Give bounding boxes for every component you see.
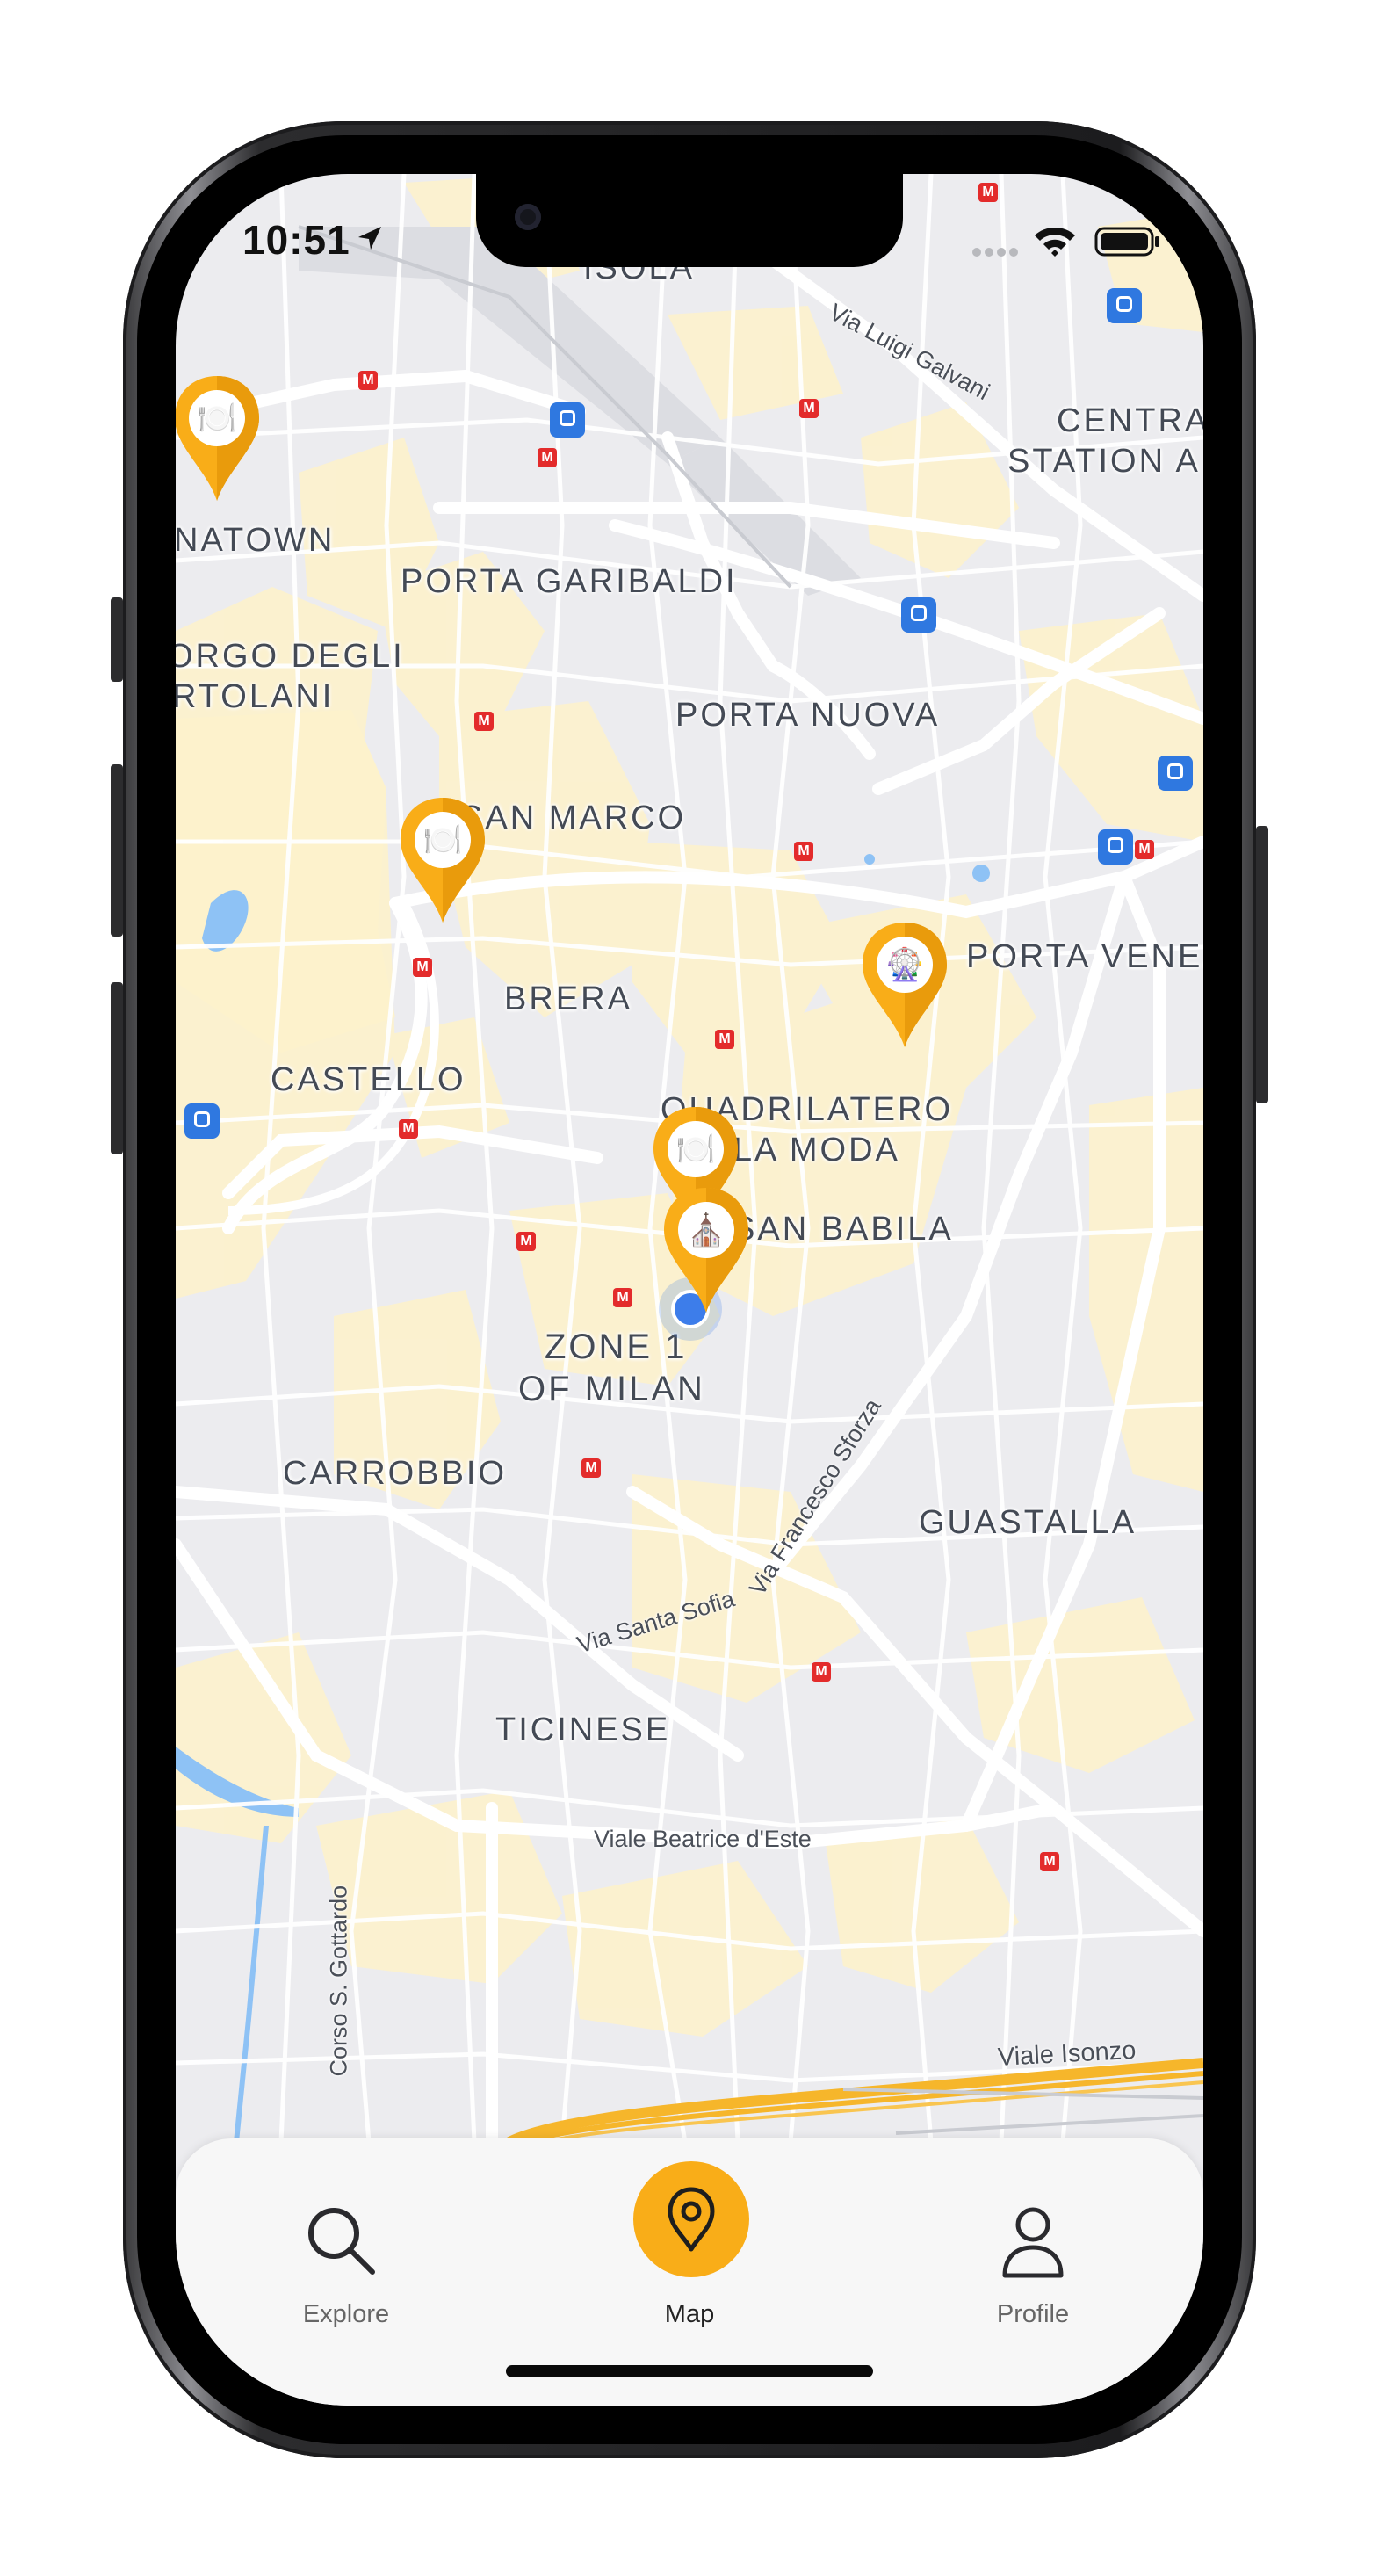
screen: ISOLA CENTRA STATION A NATOWN PORTA GARI…	[176, 174, 1203, 2406]
train-station-icon[interactable]	[1107, 288, 1142, 323]
map-view[interactable]: ISOLA CENTRA STATION A NATOWN PORTA GARI…	[176, 174, 1203, 2406]
wifi-icon	[1035, 228, 1075, 257]
power-button	[1256, 826, 1268, 1103]
train-station-icon[interactable]	[550, 402, 585, 438]
metro-station-icon[interactable]: M	[613, 1288, 632, 1307]
area-label-carrobbio: CARROBBIO	[283, 1455, 508, 1492]
area-label-centrale-line2: STATION A	[1007, 443, 1201, 480]
status-time: 10:51	[242, 217, 350, 263]
street-label-beatrice: Viale Beatrice d'Este	[594, 1826, 812, 1852]
metro-station-icon[interactable]: M	[812, 1662, 831, 1682]
restaurant-icon: 🍽️	[415, 812, 471, 868]
person-icon	[1002, 2207, 1064, 2278]
tab-profile-label: Profile	[996, 2300, 1070, 2328]
tab-profile[interactable]: Profile	[901, 2138, 1165, 2349]
church-icon: ⛪	[678, 1202, 734, 1258]
restaurant-icon: 🍽️	[668, 1121, 724, 1177]
ferris-wheel-icon: 🎡	[877, 937, 933, 993]
area-label-porta-nuova: PORTA NUOVA	[675, 697, 941, 734]
map-pin-icon	[668, 2187, 715, 2252]
metro-station-icon[interactable]: M	[516, 1232, 536, 1251]
battery-icon	[1094, 227, 1159, 257]
volume-down-button	[111, 982, 123, 1154]
metro-station-icon[interactable]: M	[581, 1458, 601, 1478]
train-station-icon[interactable]	[901, 597, 936, 633]
front-camera	[515, 204, 541, 230]
tab-explore-label: Explore	[302, 2300, 390, 2328]
metro-station-icon[interactable]: M	[358, 371, 378, 390]
metro-station-icon[interactable]: M	[1040, 1852, 1059, 1871]
attraction-pin[interactable]: 🎡	[859, 919, 950, 1051]
area-label-zone1-line1: ZONE 1	[545, 1328, 688, 1366]
silent-switch	[111, 597, 123, 682]
map-tab-highlight	[633, 2161, 749, 2277]
area-label-borgo-line2: RTOLANI	[176, 678, 335, 715]
area-label-borgo-line1: ORGO DEGLI	[176, 638, 405, 675]
tab-map[interactable]: Map	[558, 2138, 821, 2349]
restaurant-icon: 🍽️	[189, 390, 245, 446]
area-label-san-marco: SAN MARCO	[460, 800, 687, 836]
train-station-icon[interactable]	[1098, 829, 1133, 865]
metro-station-icon[interactable]: M	[413, 958, 432, 977]
area-label-zone1-line2: OF MILAN	[518, 1370, 705, 1408]
area-label-centrale-line1: CENTRA	[1057, 402, 1203, 439]
area-label-porta-garibaldi: PORTA GARIBALDI	[401, 563, 738, 600]
volume-up-button	[111, 764, 123, 937]
area-label-porta-venezia: PORTA VENEZ	[966, 938, 1203, 975]
area-label-brera: BRERA	[504, 980, 632, 1017]
home-indicator[interactable]	[506, 2365, 873, 2377]
status-bar: 10:51	[176, 174, 1203, 271]
street-label-gottardo: Corso S. Gottardo	[325, 1885, 352, 2077]
area-label-san-babila: SAN BABILA	[733, 1211, 954, 1248]
train-station-icon[interactable]	[1158, 756, 1193, 791]
area-label-chinatown: NATOWN	[176, 522, 336, 559]
area-label-castello: CASTELLO	[271, 1061, 466, 1098]
train-station-icon[interactable]	[184, 1103, 220, 1139]
area-label-guastalla: GUASTALLA	[919, 1504, 1137, 1541]
metro-station-icon[interactable]: M	[1135, 840, 1154, 859]
search-icon	[308, 2208, 375, 2275]
restaurant-pin[interactable]: 🍽️	[397, 794, 488, 926]
landmark-pin[interactable]: ⛪	[661, 1184, 752, 1316]
metro-station-icon[interactable]: M	[794, 842, 813, 861]
metro-station-icon[interactable]: M	[474, 712, 494, 731]
metro-station-icon[interactable]: M	[799, 399, 819, 418]
metro-station-icon[interactable]: M	[715, 1030, 734, 1049]
tab-map-label: Map	[664, 2300, 715, 2328]
tab-explore[interactable]: Explore	[214, 2138, 478, 2349]
area-label-ticinese: TICINESE	[495, 1711, 671, 1748]
cellular-dots-icon	[972, 248, 1018, 257]
location-arrow-icon	[358, 227, 381, 250]
metro-station-icon[interactable]: M	[399, 1119, 418, 1139]
restaurant-pin[interactable]: 🍽️	[176, 373, 263, 504]
metro-station-icon[interactable]: M	[538, 448, 557, 467]
